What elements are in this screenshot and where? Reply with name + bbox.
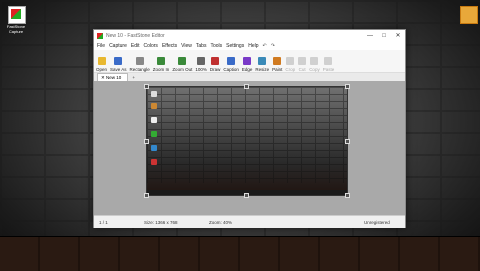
captured-desktop-icon: [151, 145, 157, 151]
toolbar-label: Crop: [285, 67, 296, 72]
desktop-floor: [0, 236, 480, 271]
folder-open-icon: [97, 57, 106, 65]
resize-icon: [258, 57, 267, 65]
save-icon: [114, 57, 123, 65]
crop-button[interactable]: Crop: [285, 52, 295, 72]
faststone-icon[interactable]: [8, 6, 26, 24]
copy-icon: [310, 57, 319, 65]
resize-handle[interactable]: [144, 84, 149, 89]
zoom-out-button[interactable]: Zoom Out: [172, 52, 192, 72]
minimize-button[interactable]: —: [363, 33, 377, 39]
resize-handle[interactable]: [144, 139, 149, 144]
captured-image[interactable]: [146, 86, 348, 196]
status-bar: 1 / 1 Size: 1366 x 768 Zoom: 40% Unregis…: [94, 215, 405, 228]
menu-tabs[interactable]: Tabs: [196, 43, 207, 49]
edge-icon: [243, 57, 252, 65]
toolbar-label: Rectangle: [129, 67, 150, 72]
cut-icon: [298, 57, 307, 65]
menu-colors[interactable]: Colors: [143, 43, 157, 49]
captured-wallpaper: [147, 87, 347, 183]
close-icon[interactable]: ✕: [101, 75, 105, 80]
maximize-button[interactable]: □: [377, 33, 391, 39]
caption-button[interactable]: Caption: [223, 52, 239, 72]
draw-button[interactable]: Draw: [209, 52, 221, 72]
paste-button[interactable]: Paste: [322, 52, 335, 72]
actual-size-icon: [197, 57, 206, 65]
title-bar[interactable]: New 10 - FastStone Editor — □ ✕: [94, 30, 405, 41]
crop-icon: [286, 57, 295, 65]
captured-desktop-icon: [151, 103, 157, 109]
paste-icon: [324, 57, 333, 65]
tab-label: New 10: [106, 75, 122, 80]
paint-button[interactable]: Paint: [272, 52, 282, 72]
new-tab-button[interactable]: +: [132, 75, 135, 80]
toolbar-label: Paint: [272, 67, 283, 72]
caption-icon: [227, 57, 236, 65]
rectangle-select-icon: [135, 57, 144, 65]
zoom-in-icon: [157, 57, 166, 65]
folder-icon[interactable]: [460, 6, 478, 24]
zoom-in-button[interactable]: Zoom In: [152, 52, 170, 72]
resize-handle[interactable]: [244, 84, 249, 89]
rectangle-button[interactable]: Rectangle: [130, 52, 150, 72]
captured-desktop-icon: [151, 159, 157, 165]
toolbar-label: 100%: [195, 67, 207, 72]
toolbar-label: Open: [96, 67, 108, 72]
menu-effects[interactable]: Effects: [162, 43, 177, 49]
toolbar-label: Caption: [223, 67, 239, 72]
resize-handle[interactable]: [345, 139, 350, 144]
toolbar-label: Edge: [241, 67, 253, 72]
captured-desktop-icon: [151, 117, 157, 123]
draw-icon: [211, 57, 220, 65]
menu-capture[interactable]: Capture: [109, 43, 127, 49]
tab-new-10[interactable]: ✕ New 10: [97, 73, 129, 81]
toolbar-label: Draw: [209, 67, 221, 72]
copy-button[interactable]: Copy: [309, 52, 320, 72]
menu-bar: File Capture Edit Colors Effects View Ta…: [94, 41, 405, 50]
resize-handle[interactable]: [345, 84, 350, 89]
zoom-out-icon: [178, 57, 187, 65]
image-size: Size: 1366 x 768: [144, 219, 178, 225]
menu-edit[interactable]: Edit: [131, 43, 140, 49]
zoom-level: Zoom: 40%: [209, 219, 233, 225]
resize-handle[interactable]: [244, 193, 249, 198]
editor-window: New 10 - FastStone Editor — □ ✕ File Cap…: [93, 29, 406, 228]
menu-view[interactable]: View: [181, 43, 192, 49]
toolbar: Open Save As Rectangle Zoom In Zoom Out 100% D…: [94, 50, 405, 73]
desktop-icon-label: FastStone Capture: [6, 24, 26, 34]
menu-file[interactable]: File: [97, 43, 105, 49]
open-button[interactable]: Open: [96, 52, 107, 72]
edge-button[interactable]: Edge: [241, 52, 253, 72]
captured-desktop-icon: [151, 91, 157, 97]
registration-status: Unregistered: [364, 219, 390, 225]
redo-icon[interactable]: ↷: [271, 43, 275, 49]
window-title: New 10 - FastStone Editor: [106, 32, 165, 39]
save-as-button[interactable]: Save As: [110, 52, 127, 72]
100-button[interactable]: 100%: [195, 52, 207, 72]
canvas-area[interactable]: [94, 81, 405, 215]
toolbar-label: Paste: [322, 67, 335, 72]
undo-icon[interactable]: ↶: [263, 43, 267, 49]
toolbar-label: Resize: [255, 67, 270, 72]
paint-icon: [273, 57, 282, 65]
resize-handle[interactable]: [144, 193, 149, 198]
toolbar-label: Save As: [110, 67, 127, 72]
page-indicator: 1 / 1: [99, 219, 108, 225]
toolbar-label: Zoom In: [152, 67, 170, 72]
menu-settings[interactable]: Settings: [226, 43, 244, 49]
menu-help[interactable]: Help: [248, 43, 258, 49]
toolbar-label: Copy: [309, 67, 320, 72]
toolbar-label: Cut: [298, 67, 306, 72]
cut-button[interactable]: Cut: [298, 52, 307, 72]
menu-tools[interactable]: Tools: [210, 43, 222, 49]
toolbar-label: Zoom Out: [172, 67, 193, 72]
resize-button[interactable]: Resize: [255, 52, 269, 72]
app-icon: [97, 32, 103, 39]
captured-desktop-icon: [151, 131, 157, 137]
close-button[interactable]: ✕: [391, 32, 405, 39]
resize-handle[interactable]: [345, 193, 350, 198]
